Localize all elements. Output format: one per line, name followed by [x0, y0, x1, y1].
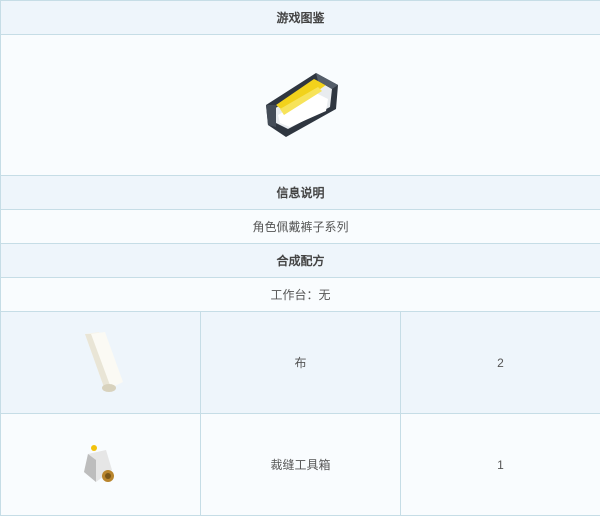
cloth-icon	[84, 331, 123, 392]
material-name: 裁缝工具箱	[200, 413, 401, 516]
game-encyclopedia-panel: 游戏图鉴 信息说明 角色佩戴裤子系列 合成配方 工作台：无 布 2 裁缝工具箱 …	[0, 0, 600, 524]
material-icon-cell	[0, 413, 201, 516]
info-section-title: 信息说明	[0, 175, 600, 210]
encyclopedia-table: 游戏图鉴 信息说明 角色佩戴裤子系列 合成配方 工作台：无 布 2 裁缝工具箱 …	[0, 0, 600, 516]
item-description: 角色佩戴裤子系列	[0, 209, 600, 244]
material-quantity: 1	[399, 413, 600, 516]
recipe-section-title: 合成配方	[0, 243, 600, 278]
material-icon-cell	[0, 311, 201, 414]
material-quantity: 2	[399, 311, 600, 414]
belt-item-icon	[265, 73, 338, 137]
material-row: 裁缝工具箱 1	[0, 413, 600, 516]
sewing-toolbox-icon	[83, 444, 114, 482]
item-image-cell	[0, 34, 600, 176]
material-row: 布 2	[0, 311, 600, 414]
encyclopedia-title: 游戏图鉴	[0, 0, 600, 35]
workbench-requirement: 工作台：无	[0, 277, 600, 312]
material-name: 布	[200, 311, 401, 414]
